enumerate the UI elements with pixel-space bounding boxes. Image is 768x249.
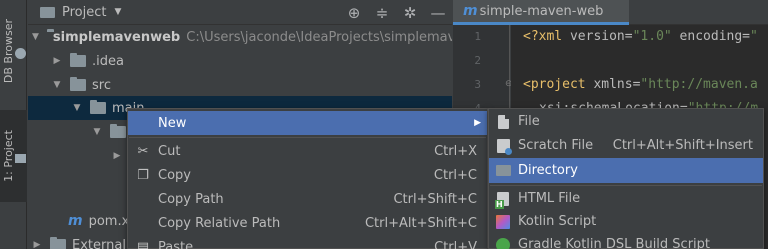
database-icon — [14, 47, 26, 59]
collapse-all-icon[interactable]: ≑ — [368, 0, 396, 25]
submenu-item-kotlin-script[interactable]: Kotlin Script — [489, 209, 763, 234]
project-folder-icon — [14, 153, 26, 163]
menu-item-shortcut: Ctrl+Alt+Shift+C — [364, 215, 477, 231]
kotlin-icon — [495, 214, 511, 230]
blank-icon — [134, 190, 152, 208]
tool-window-stripe: DB Browser 1: Project — [0, 0, 27, 249]
tree-row-label: pom.x — [88, 213, 130, 229]
submenu-item-shortcut: Ctrl+Alt+Shift+Insert — [612, 138, 753, 153]
scissors-icon: ✂ — [137, 143, 149, 159]
expand-arrow-icon[interactable]: ▼ — [92, 127, 102, 137]
line-number: 2 — [474, 54, 481, 67]
chevron-down-icon[interactable]: ▼ — [114, 7, 121, 17]
editor-tab-bar: m simple-maven-web — [453, 0, 768, 25]
submenu-item-directory[interactable]: Directory — [489, 158, 763, 183]
menu-item-copy-path[interactable]: Copy Path Ctrl+Shift+C — [128, 187, 487, 211]
submenu-item-gradle-kotlin-dsl[interactable]: Gradle Kotlin DSL Build Script — [489, 232, 763, 249]
submenu-arrow-icon: ▶ — [474, 118, 481, 128]
project-panel-header: Project ▼ ⊕ ≑ ✲ — — [28, 0, 452, 25]
expand-arrow-icon[interactable]: ▼ — [72, 103, 82, 113]
submenu-item-label: Gradle Kotlin DSL Build Script — [518, 237, 711, 249]
menu-item-shortcut: Ctrl+X — [434, 143, 477, 159]
file-icon — [495, 114, 511, 130]
project-path: C:\Users\jaconde\IdeaProjects\simplemave — [186, 29, 452, 45]
menu-item-cut[interactable]: ✂ Cut Ctrl+X — [128, 139, 487, 163]
project-header-toolbar: ⊕ ≑ ✲ — — [340, 0, 452, 25]
project-tool-tab-label: 1: Project — [1, 130, 15, 182]
maven-icon: m — [463, 3, 478, 19]
menu-item-shortcut: Ctrl+Shift+C — [393, 191, 477, 207]
line-number: 3 — [474, 78, 481, 91]
blank-icon — [134, 214, 152, 232]
menu-item-label: Copy — [158, 167, 191, 183]
menu-item-label: Copy Relative Path — [158, 215, 281, 231]
paste-icon: ▤ — [136, 239, 150, 249]
html-file-icon — [495, 191, 511, 209]
tree-row-root[interactable]: ▼ simplemavenweb C:\Users\jaconde\IdeaPr… — [28, 25, 452, 49]
submenu-item-file[interactable]: File — [489, 109, 763, 134]
code-line-3: <project xmlns="http://maven.a — [523, 77, 758, 92]
expand-arrow-icon[interactable]: ▶ — [32, 240, 42, 249]
minimize-icon[interactable]: — — [424, 0, 452, 25]
scratch-file-icon — [495, 138, 512, 155]
tree-row-label: simplemavenweb — [52, 29, 181, 45]
tree-row-src[interactable]: ▼ src — [28, 73, 452, 97]
context-menu: New ▶ ✂ Cut Ctrl+X ❐ Copy Ctrl+C Copy Pa… — [127, 108, 488, 249]
folder-icon — [110, 124, 126, 138]
folder-icon — [70, 53, 86, 67]
expand-arrow-icon[interactable]: ▼ — [32, 32, 39, 42]
editor-tab-label: simple-maven-web — [479, 3, 604, 19]
menu-item-shortcut: Ctrl+C — [433, 167, 477, 183]
submenu-item-label: Kotlin Script — [518, 214, 597, 229]
copy-icon: ❐ — [137, 167, 149, 183]
line-number: 1 — [474, 30, 481, 43]
expand-arrow-icon[interactable]: ▶ — [112, 151, 122, 161]
gradle-icon — [495, 237, 511, 249]
tree-row-label: src — [92, 77, 111, 93]
folder-icon — [70, 77, 86, 91]
submenu-item-html-file[interactable]: HTML File — [489, 186, 763, 211]
folder-icon — [495, 163, 511, 179]
gear-icon[interactable]: ✲ — [396, 0, 424, 25]
tree-row-idea[interactable]: ▶ .idea — [28, 49, 452, 73]
project-view-selector[interactable]: Project — [62, 5, 106, 20]
submenu-item-label: HTML File — [518, 191, 581, 206]
menu-item-paste[interactable]: ▤ Paste Ctrl+V — [128, 235, 487, 249]
tree-row-label: .idea — [92, 53, 124, 69]
expand-arrow-icon[interactable]: ▼ — [52, 80, 62, 90]
submenu-item-scratch-file[interactable]: Scratch File Ctrl+Alt+Shift+Insert — [489, 133, 763, 158]
menu-item-copy[interactable]: ❐ Copy Ctrl+C — [128, 163, 487, 187]
code-line-1: <?xml version="1.0" encoding=" — [523, 29, 758, 44]
menu-item-new[interactable]: New ▶ — [128, 111, 487, 135]
new-icon — [134, 114, 152, 132]
db-browser-tab-label: DB Browser — [1, 18, 15, 84]
new-submenu: File Scratch File Ctrl+Alt+Shift+Insert … — [488, 108, 764, 249]
expand-arrow-icon[interactable]: ▶ — [52, 56, 62, 66]
maven-icon: m — [68, 213, 83, 229]
submenu-item-label: Directory — [518, 163, 578, 178]
menu-item-copy-relative-path[interactable]: Copy Relative Path Ctrl+Alt+Shift+C — [128, 211, 487, 235]
submenu-item-label: Scratch File — [518, 138, 594, 153]
target-icon[interactable]: ⊕ — [340, 0, 368, 25]
project-folder-icon — [40, 6, 55, 18]
menu-item-shortcut: Ctrl+V — [434, 239, 477, 249]
editor-tab-pom[interactable]: m simple-maven-web — [453, 0, 629, 25]
menu-item-label: Paste — [158, 239, 194, 249]
menu-item-label: New — [158, 115, 187, 131]
menu-item-label: Copy Path — [158, 191, 224, 207]
library-icon — [50, 237, 66, 249]
submenu-item-label: File — [518, 114, 540, 129]
project-tool-tab[interactable]: 1: Project — [0, 110, 27, 202]
menu-item-label: Cut — [158, 143, 181, 159]
menu-separator — [129, 137, 486, 138]
db-browser-tab[interactable]: DB Browser — [0, 8, 27, 94]
folder-icon — [90, 100, 106, 114]
